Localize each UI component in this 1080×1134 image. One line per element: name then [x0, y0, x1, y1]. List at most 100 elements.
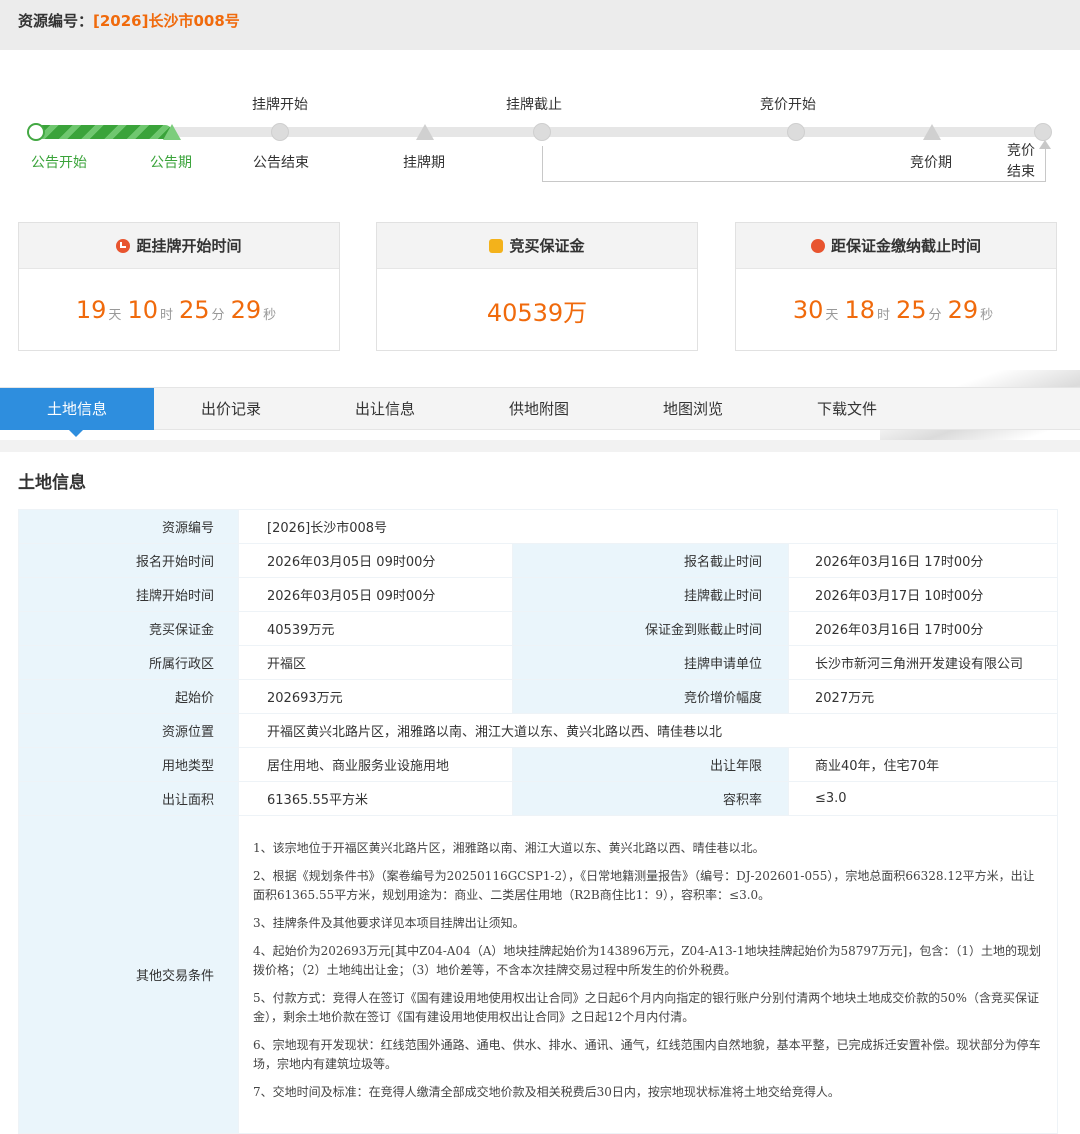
tab-bar: 土地信息 出价记录 出让信息 供地附图 地图浏览 下载文件	[0, 387, 1080, 437]
terms-item: 7、交地时间及标准：在竞得人缴清全部成交地价款及相关税费后30日内，按宗地现状标…	[253, 1084, 840, 1099]
field-value: 2026年03月16日 17时00分	[788, 611, 1058, 646]
timeline-label-bidding-end-2: 结束	[1007, 164, 1035, 180]
unit-minutes: 分	[211, 307, 225, 323]
field-label: 出让年限	[512, 747, 789, 782]
unit-days: 天	[108, 307, 122, 323]
field-label: 资源位置	[18, 713, 239, 748]
terms-item: 2、根据《规划条件书》（案卷编号为20250116GCSP1-2），《日常地籍测…	[253, 868, 1035, 902]
countdown-seconds: 29	[947, 296, 979, 324]
terms-item: 4、起始价为202693万元[其中Z04-A04（A）地块挂牌起始价为14389…	[253, 943, 1041, 977]
field-label: 竞买保证金	[18, 611, 239, 646]
tab-download-files[interactable]: 下载文件	[770, 388, 924, 430]
field-value: 2026年03月16日 17时00分	[788, 543, 1058, 578]
timeline-marker-listing	[416, 124, 434, 140]
field-value: 开福区	[238, 645, 513, 680]
table-row: 用地类型 居住用地、商业服务业设施用地 出让年限 商业40年，住宅70年	[18, 747, 1058, 782]
field-value: 居住用地、商业服务业设施用地	[238, 747, 513, 782]
resource-id-label: 资源编号：[2026]长沙市008号	[18, 10, 240, 31]
countdown-hours: 18	[844, 296, 875, 324]
unit-minutes: 分	[928, 307, 942, 323]
field-label: 挂牌开始时间	[18, 577, 239, 612]
field-value: 2026年03月17日 10时00分	[788, 577, 1058, 612]
countdown-value: 30 天 18 时 25 分 29 秒	[736, 269, 1056, 351]
field-value: 商业40年，住宅70年	[788, 747, 1058, 782]
field-value: 202693万元	[238, 679, 513, 714]
card-title: 距挂牌开始时间	[136, 237, 242, 255]
field-label: 出让面积	[18, 781, 239, 816]
timeline-label-announcement-start: 公告开始	[31, 155, 87, 171]
field-value: [2026]长沙市008号	[238, 509, 1058, 544]
field-label: 用地类型	[18, 747, 239, 782]
card-header: 距保证金缴纳截止时间	[736, 223, 1056, 269]
field-value: 2026年03月05日 09时00分	[238, 577, 513, 612]
tab-land-attachments[interactable]: 供地附图	[462, 388, 616, 430]
field-value: 61365.55平方米	[238, 781, 513, 816]
section-title: 土地信息	[18, 473, 86, 493]
countdown-minutes: 25	[896, 296, 927, 324]
table-row: 资源位置 开福区黄兴北路片区，湘雅路以南、湘江大道以东、黄兴北路以西、晴佳巷以北	[18, 713, 1058, 748]
field-label: 挂牌截止时间	[512, 577, 789, 612]
deposit-card: 竞买保证金 40539万	[376, 222, 698, 351]
field-label: 保证金到账截止时间	[512, 611, 789, 646]
countdown-days: 30	[792, 296, 824, 324]
terms-item: 3、挂牌条件及其他要求详见本项目挂牌出让须知。	[253, 915, 525, 930]
page-header: 资源编号：[2026]长沙市008号	[0, 0, 1080, 50]
terms-item: 5、付款方式：竞得人在签订《国有建设用地使用权出让合同》之日起6个月内向指定的银…	[253, 990, 1039, 1024]
timeline-marker-announcement	[163, 124, 181, 140]
table-row: 出让面积 61365.55平方米 容积率 ≤3.0	[18, 781, 1058, 816]
coin-icon	[489, 238, 504, 253]
section-divider	[0, 440, 1080, 452]
arrow-up-icon	[1039, 140, 1051, 149]
timeline-node-listing-end	[533, 123, 551, 141]
field-label: 报名截止时间	[512, 543, 789, 578]
countdown-days: 19	[75, 296, 107, 324]
timeline-marker-bidding	[923, 124, 941, 140]
deposit-value: 40539万	[486, 298, 588, 327]
table-row: 资源编号 [2026]长沙市008号	[18, 509, 1058, 544]
tab-map-browse[interactable]: 地图浏览	[616, 388, 770, 430]
tab-transfer-info[interactable]: 出让信息	[308, 388, 462, 430]
terms-item: 6、宗地现有开发现状：红线范围外通路、通电、供水、排水、通讯、通气，红线范围内自…	[253, 1037, 1041, 1071]
tab-bid-records[interactable]: 出价记录	[154, 388, 308, 430]
field-label: 竞价增价幅度	[512, 679, 789, 714]
card-header: 竞买保证金	[377, 223, 697, 269]
table-row: 起始价 202693万元 竞价增价幅度 2027万元	[18, 679, 1058, 714]
timeline-label-listing-period: 挂牌期	[403, 155, 445, 171]
table-row: 所属行政区 开福区 挂牌申请单位 长沙市新河三角洲开发建设有限公司	[18, 645, 1058, 680]
timeline-label-listing-start: 挂牌开始	[252, 97, 308, 113]
field-value: 40539万元	[238, 611, 513, 646]
field-value: ≤3.0	[788, 781, 1058, 816]
unit-hours: 时	[159, 307, 173, 323]
unit-seconds: 秒	[263, 307, 277, 323]
timeline-label-announcement-period: 公告期	[150, 155, 192, 171]
resource-id-caption: 资源编号：	[18, 12, 94, 30]
timeline-label-bidding-end-1: 竞价	[1007, 143, 1035, 159]
terms-content: 1、该宗地位于开福区黄兴北路片区，湘雅路以南、湘江大道以东、黄兴北路以西、晴佳巷…	[238, 815, 1058, 1134]
countdown-minutes: 25	[179, 296, 210, 324]
field-value: 长沙市新河三角洲开发建设有限公司	[788, 645, 1058, 680]
field-value: 2027万元	[788, 679, 1058, 714]
unit-hours: 时	[876, 307, 890, 323]
countdown-value: 19 天 10 时 25 分 29 秒	[19, 269, 339, 351]
unit-seconds: 秒	[980, 307, 994, 323]
table-row: 其他交易条件 1、该宗地位于开福区黄兴北路片区，湘雅路以南、湘江大道以东、黄兴北…	[18, 815, 1058, 1134]
land-info-table: 资源编号 [2026]长沙市008号 报名开始时间 2026年03月05日 09…	[18, 509, 1058, 1134]
countdown-hours: 10	[127, 296, 158, 324]
table-row: 竞买保证金 40539万元 保证金到账截止时间 2026年03月16日 17时0…	[18, 611, 1058, 646]
table-row: 挂牌开始时间 2026年03月05日 09时00分 挂牌截止时间 2026年03…	[18, 577, 1058, 612]
timeline-progress-bar	[36, 125, 172, 139]
resource-id-value: [2026]长沙市008号	[93, 12, 240, 30]
field-label: 挂牌申请单位	[512, 645, 789, 680]
timeline-node-announcement-end	[271, 123, 289, 141]
countdown-seconds: 29	[230, 296, 262, 324]
field-label: 所属行政区	[18, 645, 239, 680]
timeline-node-bidding-start	[787, 123, 805, 141]
field-label: 资源编号	[18, 509, 239, 544]
timeline-node-bidding-end	[1034, 123, 1052, 141]
timeline-label-bidding-period: 竞价期	[910, 155, 952, 171]
tab-land-info[interactable]: 土地信息	[0, 388, 154, 437]
field-label: 起始价	[18, 679, 239, 714]
progress-timeline: 挂牌开始 挂牌截止 竞价开始 公告开始 公告期 公告结束 挂牌期 竞价期 竞价 …	[0, 50, 1080, 220]
field-label: 其他交易条件	[18, 815, 239, 1134]
field-label: 报名开始时间	[18, 543, 239, 578]
